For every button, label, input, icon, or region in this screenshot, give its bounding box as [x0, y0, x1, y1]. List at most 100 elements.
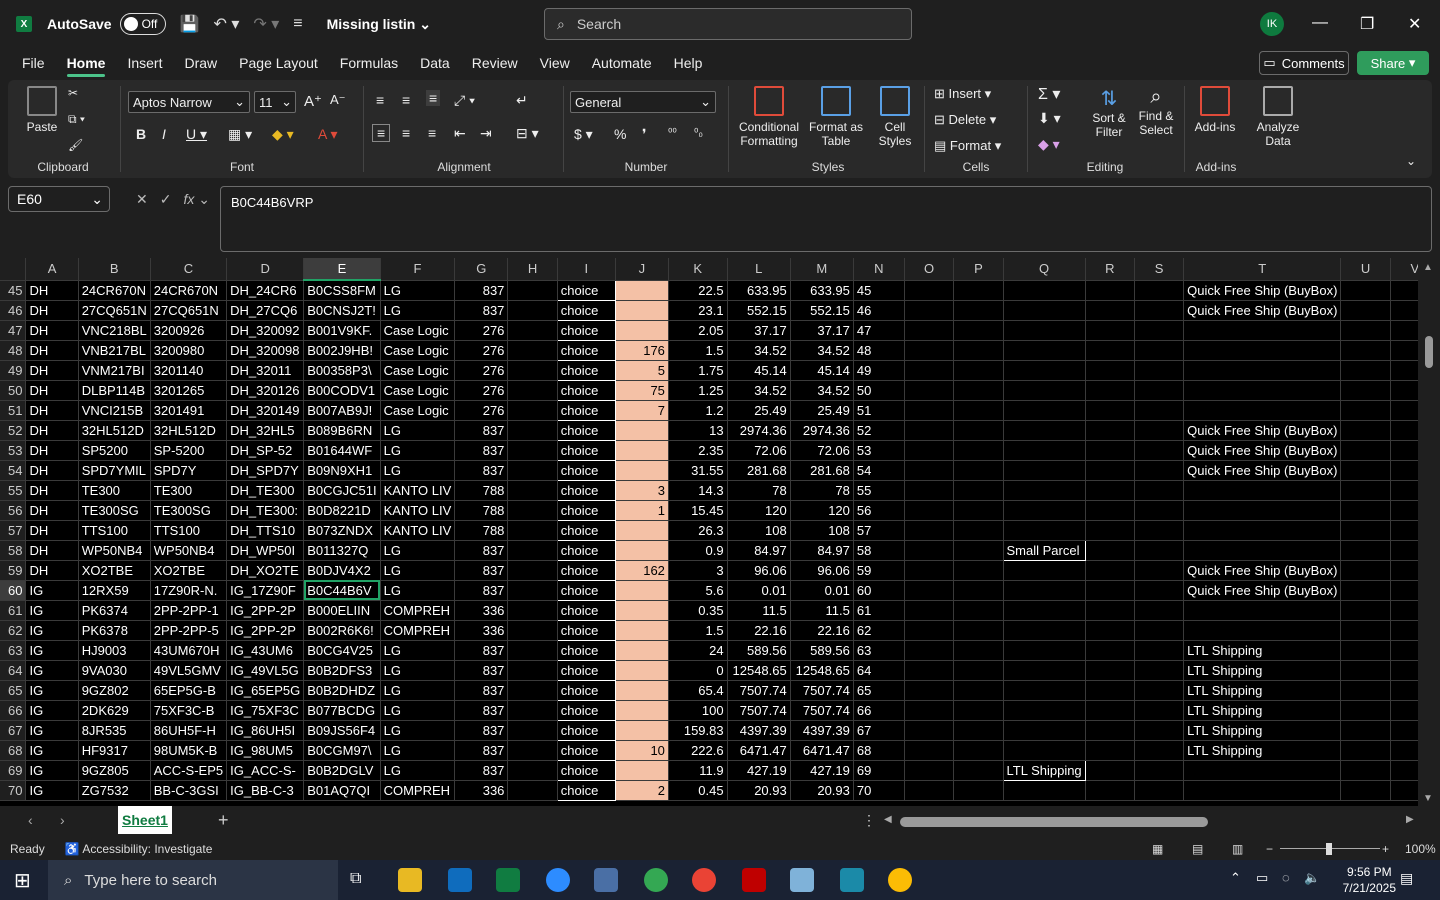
conditional-formatting-button[interactable]: Conditional Formatting — [734, 86, 804, 148]
cell-h[interactable] — [507, 540, 558, 561]
row-header[interactable]: 57 — [0, 520, 27, 541]
cell-b[interactable]: PK6374 — [78, 600, 151, 621]
row-header[interactable]: 52 — [0, 420, 27, 441]
cell-o[interactable] — [904, 500, 955, 521]
cell-t[interactable]: LTL Shipping — [1183, 720, 1342, 741]
column-header-s[interactable]: S — [1134, 258, 1185, 281]
row-header[interactable]: 63 — [0, 640, 27, 661]
row-header[interactable]: 65 — [0, 680, 27, 701]
cell-u[interactable] — [1340, 360, 1391, 381]
cell-o[interactable] — [904, 340, 955, 361]
cell-a[interactable]: DH — [25, 560, 79, 581]
cell-j[interactable] — [615, 680, 669, 701]
customize-qat-icon[interactable]: ≡ — [293, 15, 302, 33]
cell-u[interactable] — [1340, 660, 1391, 681]
column-header-k[interactable]: K — [668, 258, 728, 281]
cell-r[interactable] — [1085, 280, 1136, 301]
vertical-scrollbar[interactable]: ▲ ▼ — [1418, 258, 1440, 806]
cell-a[interactable]: IG — [25, 760, 79, 781]
cell-r[interactable] — [1085, 420, 1136, 441]
cell-f[interactable]: LG — [380, 660, 456, 681]
cell-j[interactable] — [615, 540, 669, 561]
format-as-table-button[interactable]: Format as Table — [808, 86, 864, 148]
font-size-select[interactable]: 11 ⌄ — [254, 91, 296, 113]
cell-j[interactable]: 10 — [615, 740, 669, 761]
cell-n[interactable]: 56 — [853, 500, 905, 521]
column-header-h[interactable]: H — [507, 258, 558, 281]
autosum-icon[interactable]: Σ ▾ — [1038, 84, 1060, 104]
share-button[interactable]: Share ▾ — [1357, 51, 1429, 75]
cell-u[interactable] — [1340, 600, 1391, 621]
cell-k[interactable]: 14.3 — [668, 480, 728, 501]
cell-q[interactable]: LTL Shipping — [1002, 759, 1086, 781]
cell-j[interactable] — [615, 660, 669, 681]
cell-a[interactable]: IG — [25, 740, 79, 761]
column-header-e[interactable]: E — [303, 258, 381, 281]
cell-k[interactable]: 26.3 — [668, 520, 728, 541]
cell-j[interactable] — [615, 460, 669, 481]
search-box[interactable]: ⌕ Search — [544, 8, 912, 40]
cell-j[interactable] — [615, 520, 669, 541]
row-header[interactable]: 50 — [0, 380, 27, 401]
cell-b[interactable]: TTS100 — [78, 520, 151, 541]
cell-p[interactable] — [953, 480, 1004, 501]
delete-cells-button[interactable]: ⊟ Delete ▾ — [934, 112, 996, 128]
cell-g[interactable]: 837 — [454, 760, 509, 781]
cell-c[interactable]: 24CR670N — [150, 280, 228, 301]
cell-j[interactable]: 3 — [615, 480, 669, 501]
cell-k[interactable]: 24 — [668, 640, 728, 661]
redo-icon[interactable]: ↷ ▾ — [253, 14, 279, 34]
cell-k[interactable]: 2.05 — [668, 320, 728, 341]
row-header[interactable]: 53 — [0, 440, 27, 461]
sheet-tab-sheet1[interactable]: Sheet1 — [118, 806, 172, 834]
cell-k[interactable]: 65.4 — [668, 680, 728, 701]
cell-b[interactable]: HJ9003 — [78, 640, 151, 661]
cell-f[interactable]: Case Logic — [380, 360, 456, 381]
cell-g[interactable]: 837 — [454, 700, 509, 721]
cell-o[interactable] — [904, 380, 955, 401]
cell-c[interactable]: SP-5200 — [150, 440, 228, 461]
cell-k[interactable]: 1.2 — [668, 400, 728, 421]
insert-function-icon[interactable]: fx ⌄ — [183, 191, 210, 208]
cell-t[interactable]: Quick Free Ship (BuyBox) — [1183, 300, 1342, 321]
cell-t[interactable] — [1183, 500, 1342, 521]
column-header-t[interactable]: T — [1183, 258, 1342, 281]
analyze-data-button[interactable]: Analyze Data — [1250, 86, 1306, 148]
cell-l[interactable]: 6471.47 — [727, 740, 791, 761]
cell-j[interactable] — [615, 300, 669, 321]
cell-c[interactable]: 2PP-2PP-5 — [150, 620, 228, 641]
cell-d[interactable]: IG_ACC-S- — [226, 760, 305, 781]
cell-i[interactable]: choice — [556, 459, 616, 481]
cell-d[interactable]: DH_TTS10 — [226, 520, 305, 541]
cell-d[interactable]: DH_24CR6 — [226, 280, 305, 301]
cell-n[interactable]: 62 — [853, 620, 905, 641]
cell-d[interactable]: DH_320092 — [226, 320, 305, 341]
cell-s[interactable] — [1134, 360, 1185, 381]
cell-c[interactable]: 65EP5G-B — [150, 680, 228, 701]
cell-a[interactable]: IG — [25, 780, 79, 801]
cell-b[interactable]: PK6378 — [78, 620, 151, 641]
cell-o[interactable] — [904, 520, 955, 541]
cell-i[interactable]: choice — [556, 339, 616, 361]
cell-i[interactable]: choice — [556, 439, 616, 461]
cell-t[interactable]: LTL Shipping — [1183, 640, 1342, 661]
cell-a[interactable]: DH — [25, 300, 79, 321]
cell-t[interactable]: Quick Free Ship (BuyBox) — [1183, 420, 1342, 441]
cell-j[interactable]: 1 — [615, 500, 669, 521]
cell-q[interactable] — [1003, 600, 1086, 621]
name-box[interactable]: E60 ⌄ — [8, 186, 110, 212]
cell-f[interactable]: COMPREH — [380, 780, 456, 801]
cell-c[interactable]: 49VL5GMV — [150, 660, 228, 681]
cell-q[interactable] — [1003, 480, 1086, 501]
cell-d[interactable]: DH_320126 — [226, 380, 305, 401]
tab-draw[interactable]: Draw — [184, 55, 217, 71]
middle-align-icon[interactable]: ≡ — [402, 92, 410, 108]
cell-n[interactable]: 64 — [853, 660, 905, 681]
cell-k[interactable]: 23.1 — [668, 300, 728, 321]
cell-o[interactable] — [904, 680, 955, 701]
cell-g[interactable]: 276 — [454, 380, 509, 401]
cell-e[interactable]: B0CSS8FM — [303, 280, 381, 301]
cell-c[interactable]: 86UH5F-H — [150, 720, 228, 741]
windows-start-icon[interactable]: ⊞ — [14, 868, 31, 893]
cell-c[interactable]: 3201140 — [150, 360, 228, 381]
